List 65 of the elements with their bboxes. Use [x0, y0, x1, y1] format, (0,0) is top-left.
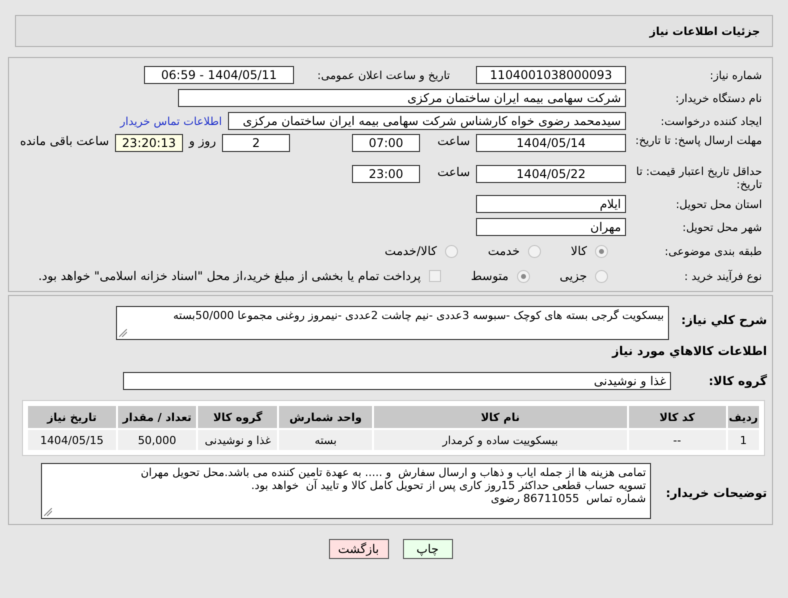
resize-grip-icon[interactable]: [119, 329, 127, 337]
field-label: طبقه بندی موضوعی:: [664, 244, 762, 258]
radio-label: خدمت: [488, 244, 520, 258]
field-label: گروه كالا:: [708, 374, 767, 388]
table-cell: 1: [728, 430, 759, 450]
checkbox-label: پرداخت تمام یا بخشی از مبلغ خرید،از محل "اسناد خزانه اسلامی" خواهد بود.: [38, 269, 421, 283]
field-label: مهلت ارسال پاسخ: تا تاریخ:: [634, 134, 762, 147]
resize-grip-icon[interactable]: [44, 508, 52, 516]
field-label: شماره نیاز:: [708, 68, 762, 82]
deadline-time-field[interactable]: 07:00: [352, 134, 420, 152]
radio-label: کالا: [570, 244, 587, 258]
buyer-notes-field[interactable]: تمامی هزینه ها از جمله ایاب و ذهاب و ارسال سفارش و ..... به عهدة تامین کننده می باشد.محل تحویل مهران تسویه حساب قطعی حداکثر 15روز کاری پس از تحویل کامل کالا و تایید آن خواهد بود. شماره تماس 86711055 رضوی: [41, 463, 651, 519]
radio-button[interactable]: [595, 270, 608, 282]
field-label: حداقل تاریخ اعتبار قیمت: تا تاریخ:: [635, 165, 762, 191]
buyer-org-field[interactable]: شرکت سهامی بیمه ایران ساختمان مرکزی: [178, 89, 626, 107]
province-field[interactable]: ایلام: [476, 195, 626, 213]
column-header: تعداد / مقدار: [118, 406, 196, 428]
checkbox[interactable]: [428, 270, 441, 282]
field-label: استان محل تحویل:: [674, 198, 762, 210]
days-label: روز و: [189, 134, 216, 148]
validity-date-field[interactable]: 1404/05/22: [476, 165, 626, 183]
field-label: شرح كلي نياز:: [680, 312, 767, 327]
radio-label: متوسط: [470, 269, 509, 283]
field-label: ایجاد کننده درخواست:: [660, 114, 762, 128]
section-title: اطلاعات كالاهاي مورد نياز: [610, 345, 767, 358]
field-label: تاریخ و ساعت اعلان عمومی:: [316, 68, 451, 82]
table-cell: غذا و نوشیدنی: [198, 430, 278, 450]
page-title: جزئیات اطلاعات نیاز: [650, 24, 760, 38]
table-cell: 1404/05/15: [28, 430, 116, 450]
radio-button[interactable]: [595, 244, 608, 258]
field-label: نوع فرآیند خرید :: [683, 270, 762, 282]
announce-date-field[interactable]: 1404/05/11 - 06:59: [144, 66, 294, 84]
column-header: تاریخ نیاز: [28, 406, 116, 428]
requester-field[interactable]: سیدمحمد رضوی خواه کارشناس شرکت سهامی بیمه ایران ساختمان مرکزی: [228, 112, 626, 130]
column-header: ردیف: [728, 406, 759, 428]
back-button[interactable]: بازگشت: [328, 539, 388, 559]
column-header: گروه کالا: [198, 406, 278, 428]
buyer-contact-link[interactable]: اطلاعات تماس خریدار: [120, 114, 222, 128]
city-field[interactable]: مهران: [476, 218, 626, 236]
radio-button[interactable]: [528, 244, 541, 258]
remaining-label: ساعت باقی مانده: [20, 134, 109, 148]
column-header: نام کالا: [374, 406, 627, 428]
goods-group-field[interactable]: غذا و نوشیدنی: [123, 372, 671, 390]
deadline-date-field[interactable]: 1404/05/14: [476, 134, 626, 152]
table-cell: بیسکوییت ساده و کرمدار: [374, 430, 627, 450]
days-field[interactable]: 2: [222, 134, 290, 152]
time-label: ساعت: [436, 165, 470, 179]
remaining-time-field: 23:20:13: [115, 134, 183, 152]
field-label: توضیحات خریدار:: [664, 485, 767, 500]
radio-button[interactable]: [516, 270, 530, 282]
field-label: شهر محل تحویل:: [681, 220, 762, 234]
column-header: واحد شمارش: [279, 406, 372, 428]
column-header: کد کالا: [628, 406, 726, 428]
radio-label: جزیی: [560, 269, 587, 283]
radio-button[interactable]: [444, 244, 458, 258]
validity-time-field[interactable]: 23:00: [352, 165, 420, 183]
need-number-field[interactable]: 1104001038000093: [476, 66, 626, 84]
description-field[interactable]: بیسکویت گرجی بسته های کوچک -سبوسه 3عددی -نیم چاشت 2عددی -نیمروز روغنی مجموعا 50/000بسته: [116, 306, 669, 340]
radio-label: کالا/خدمت: [384, 244, 437, 258]
table-cell: بسته: [279, 430, 372, 450]
print-button[interactable]: چاپ: [402, 539, 452, 559]
field-label: نام دستگاه خریدار:: [674, 92, 762, 104]
table-cell: --: [628, 430, 726, 450]
table-cell: 50,000: [118, 430, 196, 450]
time-label: ساعت: [436, 134, 470, 148]
